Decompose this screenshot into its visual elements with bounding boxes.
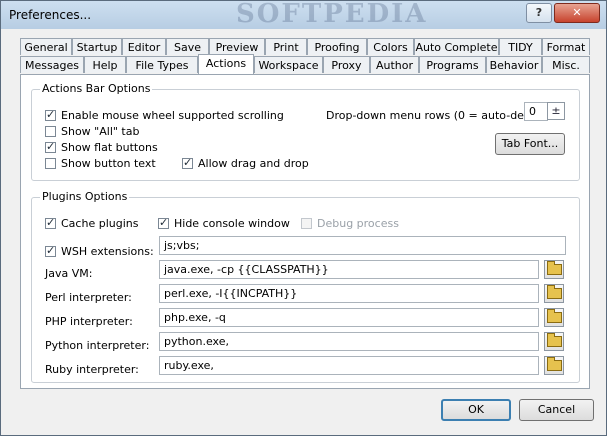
open-folder-icon xyxy=(546,261,562,275)
wsh-extensions-label: WSH extensions: xyxy=(61,245,154,258)
enable-wheel-label: Enable mouse wheel supported scrolling xyxy=(61,109,284,122)
actions-bar-options-group: Actions Bar Options Enable mouse wheel s… xyxy=(31,82,580,181)
show-all-tab-checkbox[interactable]: Show "All" tab xyxy=(45,125,139,138)
tab-format[interactable]: Format xyxy=(542,38,590,55)
checkbox-box[interactable] xyxy=(45,244,56,257)
wsh-extensions-input[interactable]: js;vbs; xyxy=(159,236,566,255)
open-folder-icon xyxy=(546,357,562,371)
title-bar[interactable]: Preferences... SOFTPEDIA ? ✕ xyxy=(1,0,606,29)
cache-plugins-checkbox[interactable]: Cache plugins xyxy=(45,216,139,230)
ok-button[interactable]: OK xyxy=(441,399,511,421)
allow-drag-label: Allow drag and drop xyxy=(198,157,309,170)
tab-tidy[interactable]: TIDY xyxy=(499,38,542,55)
tab-colors[interactable]: Colors xyxy=(367,38,414,55)
help-button[interactable]: ? xyxy=(526,3,552,23)
checkbox-box[interactable] xyxy=(45,126,56,137)
hide-console-checkbox[interactable]: Hide console window xyxy=(158,216,290,230)
ruby-interpreter-browse-button[interactable] xyxy=(544,356,564,375)
ruby-interpreter-input[interactable]: ruby.exe, xyxy=(159,356,539,375)
php-interpreter-label: PHP interpreter: xyxy=(45,315,133,328)
tab-proofing[interactable]: Proofing xyxy=(307,38,367,55)
enable-wheel-checkbox[interactable]: Enable mouse wheel supported scrolling xyxy=(45,108,284,122)
tab-behavior[interactable]: Behavior xyxy=(486,56,542,73)
perl-interpreter-label: Perl interpreter: xyxy=(45,291,132,304)
tab-font-button[interactable]: Tab Font... xyxy=(495,133,565,155)
show-flat-buttons-checkbox[interactable]: Show flat buttons xyxy=(45,140,158,154)
cache-plugins-label: Cache plugins xyxy=(61,217,139,230)
java-vm-label: Java VM: xyxy=(45,267,93,280)
open-folder-icon xyxy=(546,333,562,347)
tab-save[interactable]: Save xyxy=(166,38,209,55)
wsh-extensions-checkbox[interactable]: WSH extensions: xyxy=(45,244,154,258)
show-button-text-checkbox[interactable]: Show button text xyxy=(45,157,156,170)
close-button[interactable]: ✕ xyxy=(554,3,600,23)
perl-interpreter-browse-button[interactable] xyxy=(544,284,564,303)
dropdown-rows-spin-icon[interactable]: ± xyxy=(547,102,565,120)
show-button-text-label: Show button text xyxy=(61,157,156,170)
tab-actions[interactable]: Actions xyxy=(198,54,254,74)
dropdown-rows-label: Drop-down menu rows (0 = auto-detect): xyxy=(326,109,554,122)
allow-drag-checkbox[interactable]: Allow drag and drop xyxy=(182,156,309,170)
tab-proxy[interactable]: Proxy xyxy=(323,56,370,73)
debug-process-checkbox: Debug process xyxy=(301,217,399,230)
actions-bar-options-title: Actions Bar Options xyxy=(40,82,153,95)
tab-preview[interactable]: Preview xyxy=(209,38,265,55)
actions-tab-panel: Actions Bar Options Enable mouse wheel s… xyxy=(20,74,590,389)
hide-console-label: Hide console window xyxy=(174,217,290,230)
checkbox-box[interactable] xyxy=(45,108,56,121)
tab-author[interactable]: Author xyxy=(370,56,419,73)
php-interpreter-browse-button[interactable] xyxy=(544,308,564,327)
python-interpreter-label: Python interpreter: xyxy=(45,339,150,352)
java-vm-input[interactable]: java.exe, -cp {{CLASSPATH}} xyxy=(159,260,539,279)
debug-process-label: Debug process xyxy=(317,217,399,230)
checkbox-box xyxy=(301,218,312,229)
watermark: SOFTPEDIA xyxy=(236,0,428,29)
plugins-options-group: Plugins Options Cache plugins Hide conso… xyxy=(31,190,580,383)
tab-startup[interactable]: Startup xyxy=(72,38,122,55)
checkbox-box[interactable] xyxy=(45,216,56,229)
checkbox-box[interactable] xyxy=(45,158,56,169)
window-title: Preferences... xyxy=(9,8,92,22)
cancel-button[interactable]: Cancel xyxy=(519,399,594,421)
checkbox-box[interactable] xyxy=(182,156,193,169)
preferences-window: Preferences... SOFTPEDIA ? ✕ General Sta… xyxy=(0,0,607,436)
perl-interpreter-input[interactable]: perl.exe, -I{{INCPATH}} xyxy=(159,284,539,303)
open-folder-icon xyxy=(546,309,562,323)
php-interpreter-input[interactable]: php.exe, -q xyxy=(159,308,539,327)
show-all-tab-label: Show "All" tab xyxy=(61,125,140,138)
checkbox-box[interactable] xyxy=(158,216,169,229)
python-interpreter-input[interactable]: python.exe, xyxy=(159,332,539,351)
plugins-options-title: Plugins Options xyxy=(40,190,130,203)
open-folder-icon xyxy=(546,285,562,299)
tab-general[interactable]: General xyxy=(20,38,72,55)
tab-auto-complete[interactable]: Auto Complete xyxy=(414,38,499,55)
tab-messages[interactable]: Messages xyxy=(20,56,84,73)
python-interpreter-browse-button[interactable] xyxy=(544,332,564,351)
tab-workspace[interactable]: Workspace xyxy=(254,56,323,73)
tab-misc[interactable]: Misc. xyxy=(542,56,590,73)
tab-programs[interactable]: Programs xyxy=(419,56,486,73)
tab-print[interactable]: Print xyxy=(265,38,307,55)
checkbox-box[interactable] xyxy=(45,140,56,153)
ruby-interpreter-label: Ruby interpreter: xyxy=(45,363,139,376)
java-vm-browse-button[interactable] xyxy=(544,260,564,279)
dropdown-rows-input[interactable]: 0 xyxy=(524,102,548,121)
tab-file-types[interactable]: File Types xyxy=(126,56,198,73)
tab-help[interactable]: Help xyxy=(84,56,126,73)
show-flat-buttons-label: Show flat buttons xyxy=(61,141,158,154)
tab-editor[interactable]: Editor xyxy=(122,38,166,55)
